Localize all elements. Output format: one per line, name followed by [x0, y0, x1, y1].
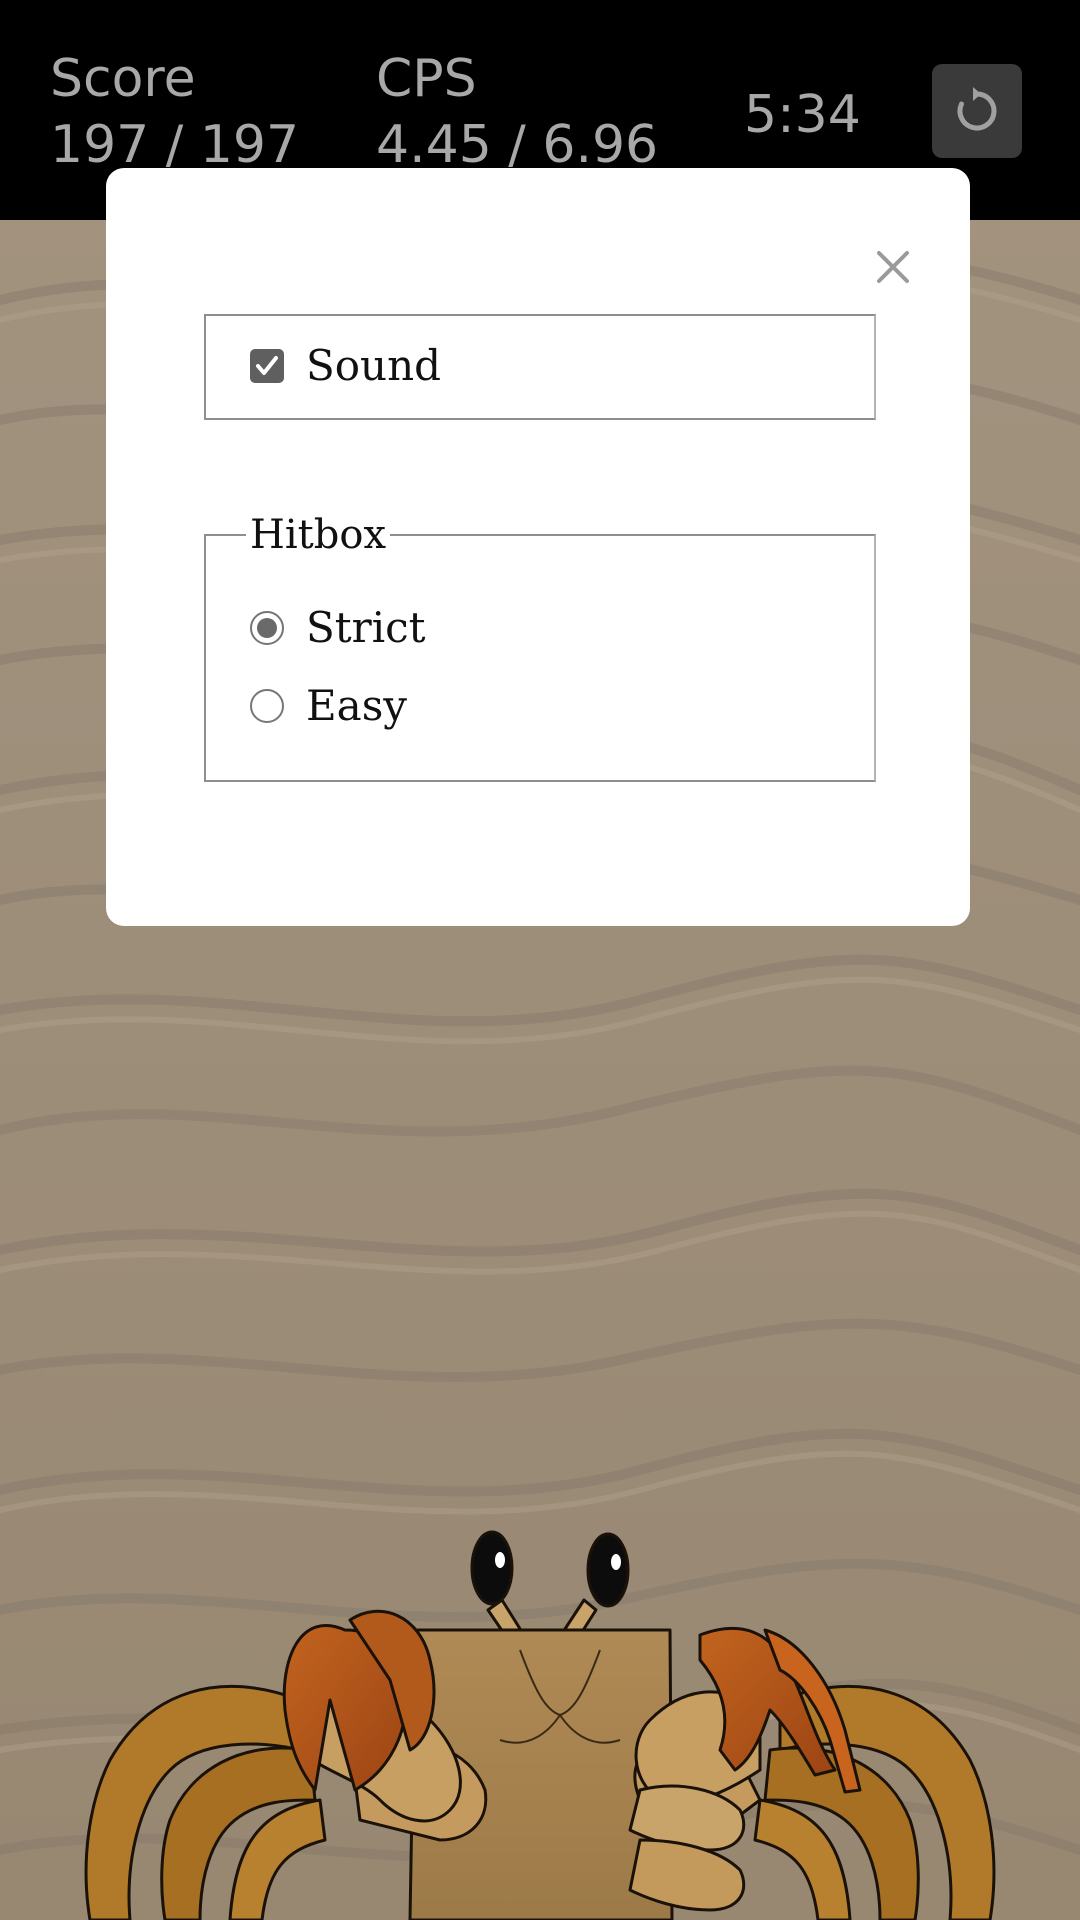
- sound-fieldset: Sound: [204, 314, 876, 420]
- hitbox-fieldset: Hitbox Strict Easy: [204, 510, 876, 782]
- strict-label: Strict: [306, 603, 426, 652]
- cps-stat: CPS 4.45 / 6.96: [376, 46, 658, 178]
- checkmark-icon: [256, 356, 278, 375]
- sound-label: Sound: [306, 341, 442, 390]
- hitbox-option-strict[interactable]: Strict: [250, 600, 426, 656]
- easy-label: Easy: [306, 681, 407, 730]
- score-stat: Score 197 / 197: [50, 46, 299, 178]
- restart-button[interactable]: [932, 64, 1022, 158]
- sound-checkbox[interactable]: [250, 349, 284, 383]
- settings-dialog: Sound Hitbox Strict Easy: [106, 168, 970, 926]
- timer: 5:34: [744, 85, 861, 145]
- strict-radio[interactable]: [250, 611, 284, 645]
- game-stage[interactable]: Score 197 / 197 CPS 4.45 / 6.96 5:34 Sou…: [0, 0, 1080, 1920]
- easy-radio[interactable]: [250, 689, 284, 723]
- close-button[interactable]: [868, 242, 918, 292]
- restart-icon: [957, 87, 997, 131]
- sound-toggle[interactable]: Sound: [250, 338, 441, 394]
- cps-label: CPS: [376, 49, 477, 109]
- crab-target[interactable]: [0, 1500, 1080, 1920]
- score-label: Score: [50, 49, 196, 109]
- close-icon: [877, 251, 909, 283]
- hitbox-option-easy[interactable]: Easy: [250, 678, 407, 734]
- hitbox-legend: Hitbox: [246, 510, 390, 560]
